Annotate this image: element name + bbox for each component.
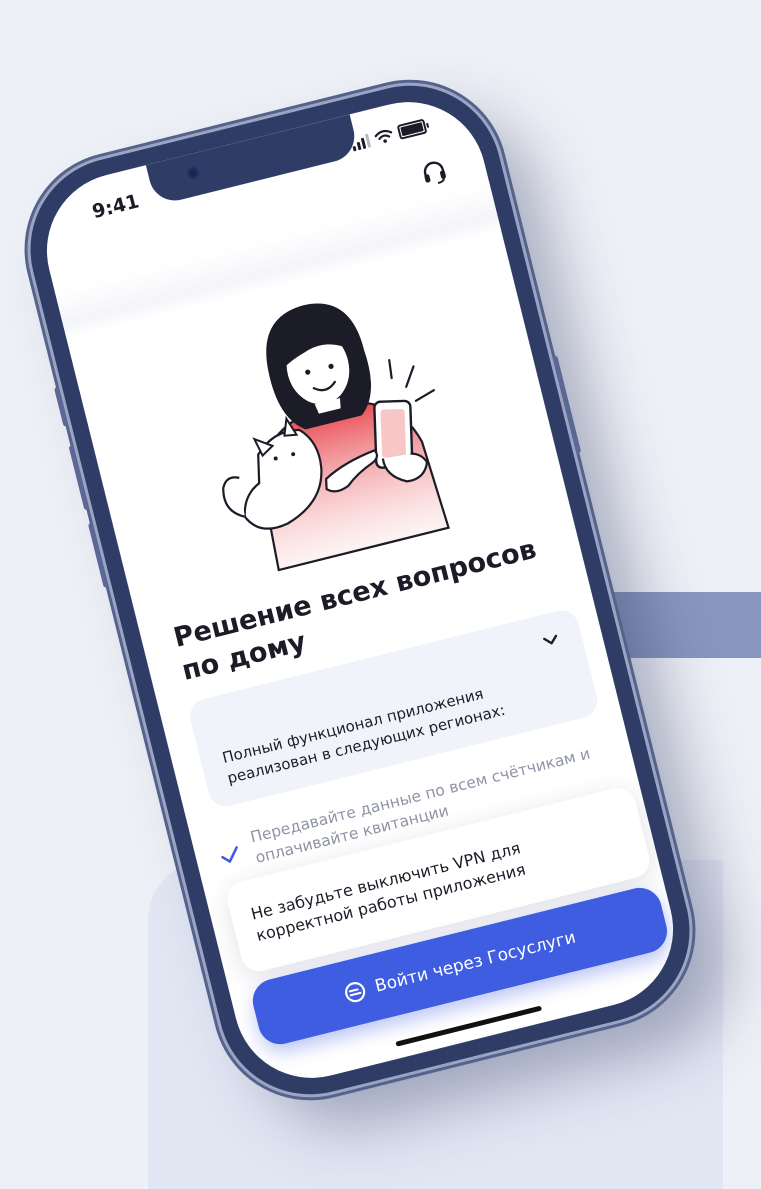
headset-icon[interactable]	[418, 157, 450, 189]
status-icons	[350, 118, 428, 152]
phone-mockup: 9:41 Решение всех вопросов по дому Полны…	[11, 66, 709, 1114]
status-time: 9:41	[90, 190, 142, 224]
app-screen: 9:41 Решение всех вопросов по дому Полны…	[30, 85, 690, 1095]
battery-icon	[396, 118, 428, 140]
camera-dot	[185, 165, 201, 181]
wifi-icon	[374, 129, 393, 143]
woman-with-cat-illustration	[222, 303, 450, 572]
gosuslugi-logo-icon	[344, 982, 366, 1003]
chevron-down-icon[interactable]	[540, 629, 562, 651]
check-icon	[221, 846, 238, 863]
background-accent-bar	[600, 592, 761, 658]
